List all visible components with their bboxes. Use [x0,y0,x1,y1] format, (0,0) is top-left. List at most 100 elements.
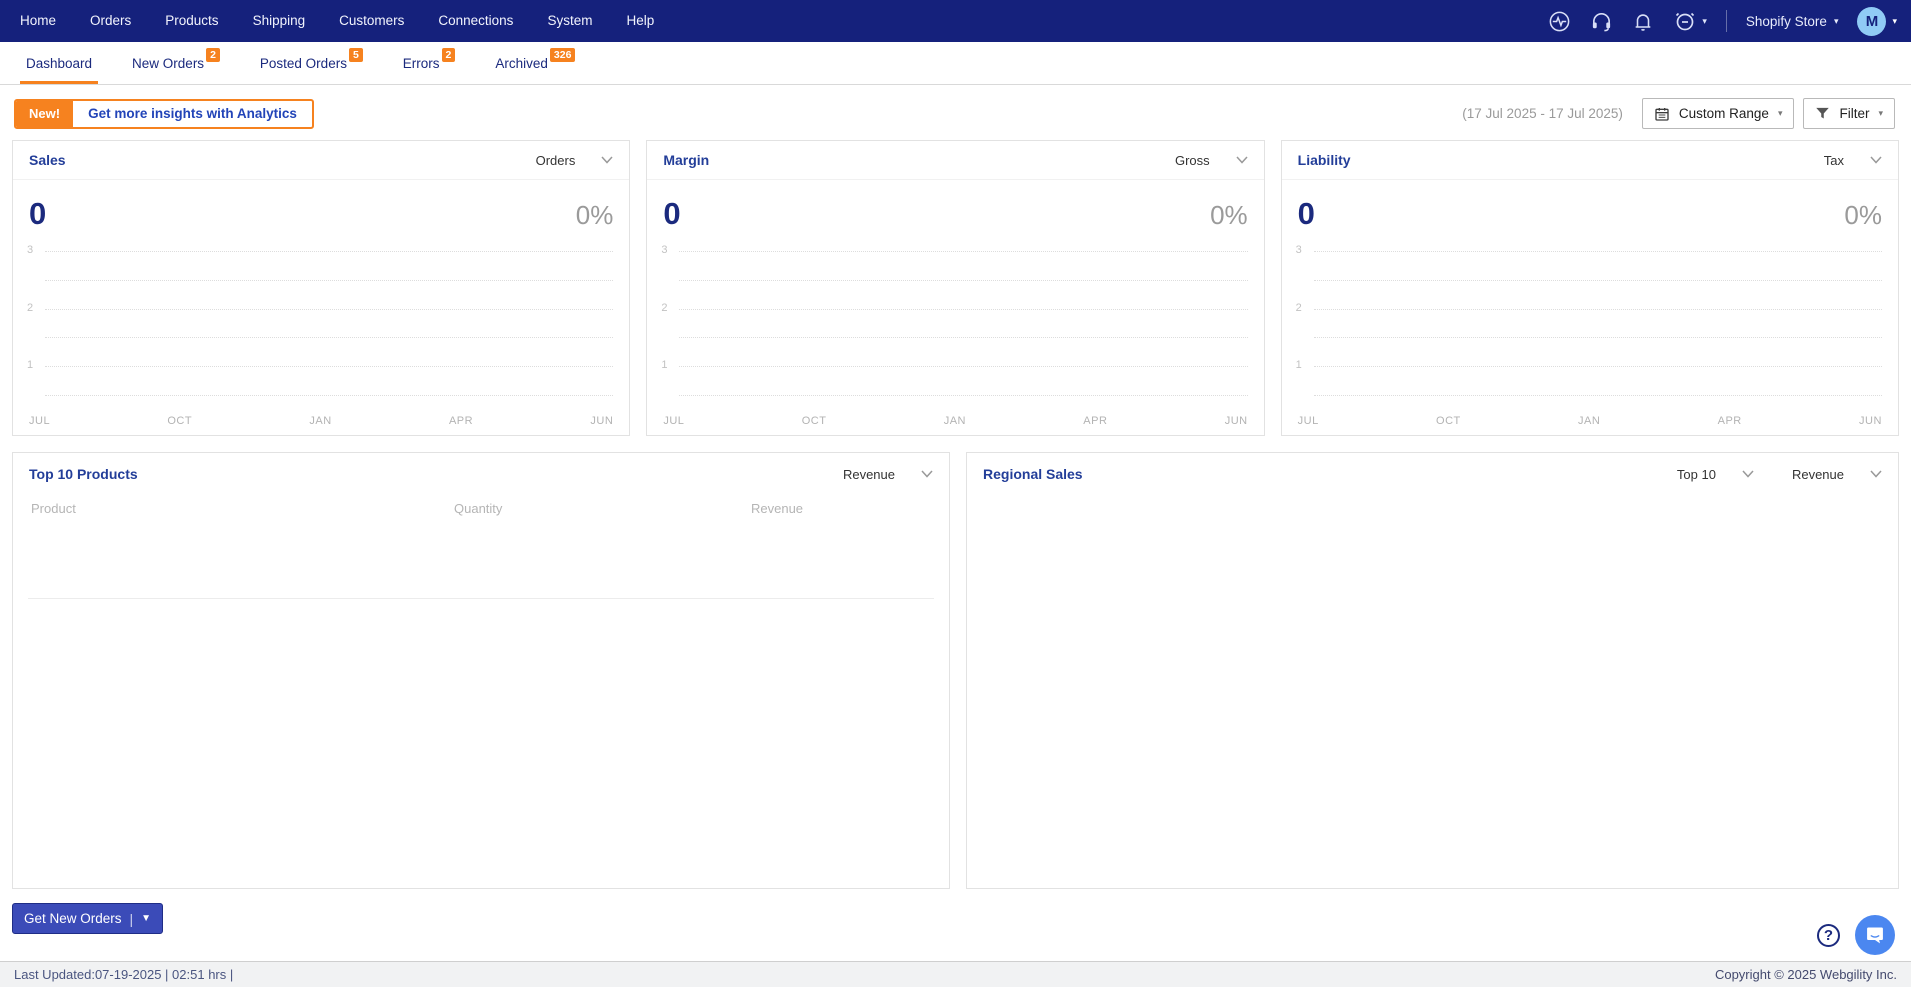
help-icon[interactable]: ? [1817,923,1840,947]
nav-item-orders[interactable]: Orders [73,0,148,42]
nav-item-system[interactable]: System [530,0,609,42]
sales-value: 0 [29,196,47,231]
get-new-orders-caret[interactable]: ▼ [141,913,151,924]
archived-count-badge: 326 [549,48,576,62]
get-new-orders-button[interactable]: Get New Orders | ▼ [12,903,164,934]
chevron-down-icon [1870,156,1882,164]
liability-value: 0 [1297,196,1315,231]
margin-value: 0 [663,196,681,231]
nav-item-connections[interactable]: Connections [421,0,530,42]
chevron-down-icon [601,156,613,164]
column-header-revenue: Revenue [751,501,804,516]
nav-item-home[interactable]: Home [14,0,73,42]
main-menu: Home Orders Products Shipping Customers … [14,0,671,42]
chat-launcher-icon[interactable] [1855,915,1895,955]
gridline [45,251,614,253]
liability-metric-dropdown[interactable]: Tax [1824,153,1882,168]
x-tick-label: JUN [1859,415,1882,427]
x-axis-labels: JUL OCT JAN APR JUN [29,415,613,427]
calendar-icon [1655,107,1669,121]
column-header-quantity: Quantity [454,501,503,516]
top-products-metric-dropdown[interactable]: Revenue [843,467,933,482]
x-tick-label: APR [448,415,474,427]
filter-funnel-icon [1816,107,1830,119]
nav-item-customers[interactable]: Customers [322,0,421,42]
bell-icon[interactable] [1632,10,1654,33]
avatar[interactable]: M [1857,6,1887,36]
gridline [45,280,614,282]
gridline [45,394,614,396]
table-divider [28,598,934,599]
gridline [45,308,614,310]
margin-metric-dropdown-label: Gross [1174,152,1210,168]
user-menu[interactable]: M ▾ [1857,6,1897,36]
y-tick-label: 2 [661,301,668,314]
tab-errors-label: Errors [402,55,440,71]
bottom-actions: Get New Orders | ▼ [12,903,1899,934]
x-tick-label: JUL [1297,415,1319,427]
sales-card: Sales Orders 0 0% 3 2 1 JUL OCT JAN APR … [12,140,631,436]
new-orders-count-badge: 2 [206,48,220,62]
store-selector-dropdown[interactable]: Shopify Store ▾ [1746,14,1839,29]
nav-item-shipping[interactable]: Shipping [236,0,323,42]
y-tick-label: 3 [1295,244,1302,257]
column-header-product: Product [31,501,76,516]
chevron-down-icon [921,470,933,478]
y-tick-label: 3 [27,244,34,257]
x-tick-label: JUL [663,415,685,427]
status-footer: Last Updated:07-19-2025 | 02:51 hrs | Co… [0,961,1911,987]
margin-chart: 3 2 1 JUL OCT JAN APR JUN [661,238,1249,429]
margin-card: Margin Gross 0 0% 3 2 1 JUL OCT JAN APR … [646,140,1265,436]
tab-errors[interactable]: Errors 2 [391,42,468,84]
tab-posted-orders-label: Posted Orders [259,55,347,71]
x-tick-label: JAN [1578,415,1601,427]
x-tick-label: JAN [309,415,332,427]
chevron-down-icon: ▾ [1878,108,1883,118]
date-range-text: (17 Jul 2025 - 17 Jul 2025) [1462,106,1623,121]
tab-dashboard[interactable]: Dashboard [14,42,104,84]
dashboard-toolbar: New! Get more insights with Analytics (1… [0,85,1911,140]
filter-dropdown[interactable]: Filter ▾ [1803,98,1895,129]
gridline [679,394,1248,396]
top-products-card: Top 10 Products Revenue Product Quantity… [12,452,950,889]
tab-archived[interactable]: Archived 326 [483,42,587,84]
errors-count-badge: 2 [441,48,456,62]
x-tick-label: JUL [29,415,51,427]
x-tick-label: APR [1717,415,1742,427]
margin-metric-dropdown[interactable]: Gross [1175,153,1248,168]
analytics-promo-label: Get more insights with Analytics [88,106,297,121]
gridline [1313,394,1882,396]
gridline [1313,337,1882,339]
bottom-cards-row: Top 10 Products Revenue Product Quantity… [12,452,1899,889]
sales-metric-dropdown[interactable]: Orders [536,153,614,168]
tab-archived-label: Archived [495,55,548,71]
chevron-down-icon: ▾ [1833,15,1839,26]
gridline [679,280,1248,282]
headset-icon[interactable] [1590,10,1613,33]
top-navbar: Home Orders Products Shipping Customers … [0,0,1911,42]
tab-new-orders[interactable]: New Orders 2 [120,42,232,84]
regional-metric-dropdown[interactable]: Revenue [1792,467,1882,482]
regional-top10-label: Top 10 [1676,466,1716,482]
gridline [679,308,1248,310]
activity-icon[interactable] [1548,10,1571,33]
liability-chart: 3 2 1 JUL OCT JAN APR JUN [1296,238,1884,429]
nav-item-products[interactable]: Products [148,0,235,42]
user-menu-caret[interactable]: ▾ [1892,16,1897,26]
new-badge: New! [16,100,74,127]
x-tick-label: JAN [943,415,966,427]
filter-label: Filter [1839,106,1870,121]
gridline [1313,280,1882,282]
nav-item-help[interactable]: Help [609,0,671,42]
x-axis-labels: JUL OCT JAN APR JUN [1298,415,1882,427]
x-tick-label: JUN [1224,415,1248,427]
regional-top10-dropdown[interactable]: Top 10 [1677,467,1754,482]
analytics-promo-button[interactable]: New! Get more insights with Analytics [14,98,314,129]
top-products-metric-label: Revenue [842,466,895,482]
gridline [45,365,614,367]
alarm-dropdown-caret[interactable]: ▾ [1702,16,1707,26]
y-tick-label: 3 [661,244,668,257]
custom-range-dropdown[interactable]: Custom Range ▾ [1641,98,1795,129]
tab-posted-orders[interactable]: Posted Orders 5 [248,42,375,84]
alarm-scheduler-icon[interactable]: ▾ [1673,9,1707,33]
